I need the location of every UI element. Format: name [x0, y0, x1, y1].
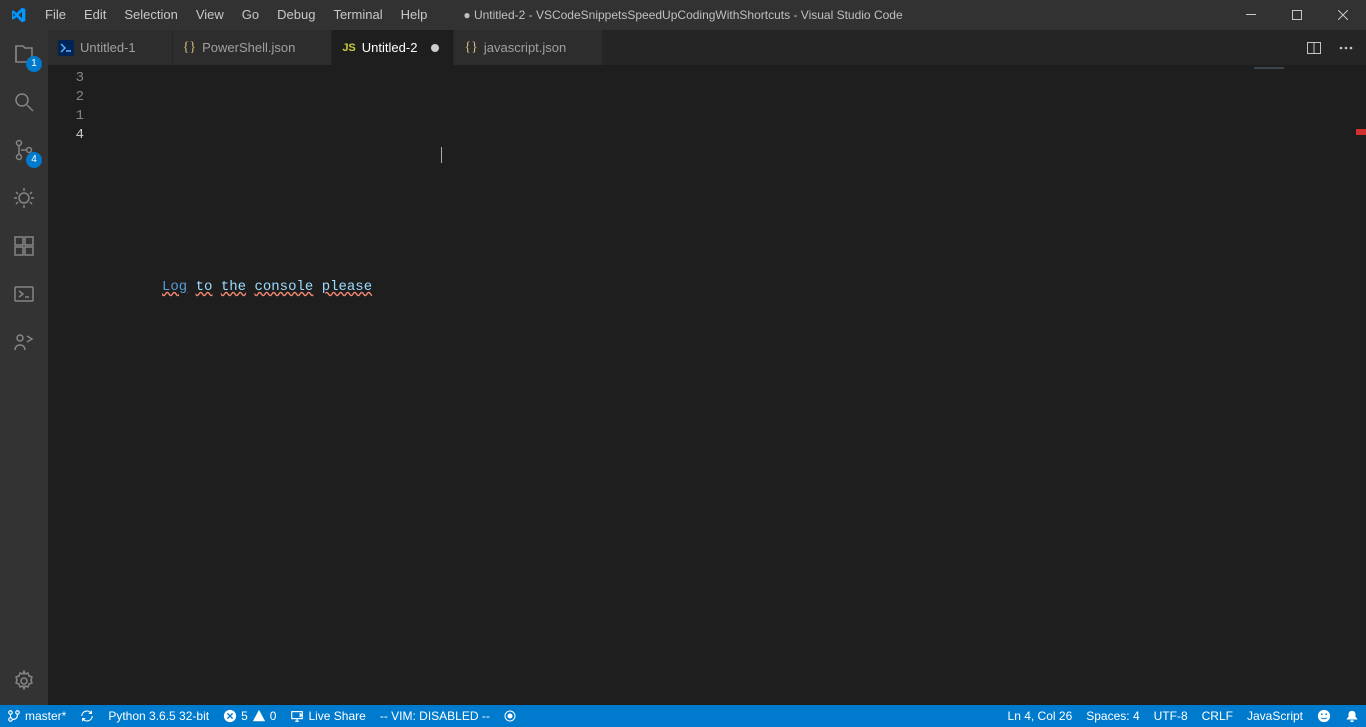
- tab-close-icon[interactable]: [305, 40, 321, 56]
- status-branch[interactable]: master*: [0, 705, 73, 727]
- code-line[interactable]: Log to the console please: [162, 278, 1366, 297]
- live-share-label: Live Share: [308, 709, 365, 723]
- menu-view[interactable]: View: [187, 0, 233, 30]
- tab-label: PowerShell.json: [202, 40, 295, 55]
- vscode-logo-icon: [8, 5, 28, 25]
- scm-badge: 4: [26, 152, 42, 168]
- minimize-button[interactable]: [1228, 0, 1274, 30]
- menu-edit[interactable]: Edit: [75, 0, 115, 30]
- status-notifications[interactable]: [1338, 705, 1366, 727]
- status-bar: master* Python 3.6.5 32-bit 5 0 Live Sha…: [0, 705, 1366, 727]
- tab-bar: Untitled-1 {} PowerShell.json JS Untitle…: [48, 30, 1366, 65]
- status-python[interactable]: Python 3.6.5 32-bit: [101, 705, 216, 727]
- status-eol[interactable]: CRLF: [1195, 705, 1240, 727]
- code-area[interactable]: Log to the console please: [104, 65, 1366, 705]
- tab-label: javascript.json: [484, 40, 566, 55]
- tab-javascript-json[interactable]: {} javascript.json: [454, 30, 603, 65]
- activity-live-share[interactable]: [0, 318, 48, 366]
- status-live-share[interactable]: Live Share: [283, 705, 372, 727]
- status-problems[interactable]: 5 0: [216, 705, 283, 727]
- activity-debug[interactable]: [0, 174, 48, 222]
- tab-label: Untitled-1: [80, 40, 136, 55]
- editor[interactable]: 3 2 1 4 Log to the console please: [48, 65, 1366, 705]
- gutter: 3 2 1 4: [48, 65, 104, 705]
- status-sync[interactable]: [73, 705, 101, 727]
- tab-label: Untitled-2: [362, 40, 418, 55]
- activity-search[interactable]: [0, 78, 48, 126]
- overview-ruler[interactable]: [1352, 65, 1366, 705]
- menu-help[interactable]: Help: [392, 0, 437, 30]
- title-bar: File Edit Selection View Go Debug Termin…: [0, 0, 1366, 30]
- error-count: 5: [241, 709, 248, 723]
- tabs-actions: [1302, 30, 1366, 65]
- explorer-badge: 1: [26, 56, 42, 72]
- close-button[interactable]: [1320, 0, 1366, 30]
- line-number: 2: [48, 88, 84, 107]
- status-vim[interactable]: -- VIM: DISABLED --: [373, 705, 497, 727]
- status-ln-col[interactable]: Ln 4, Col 26: [1001, 705, 1080, 727]
- status-language[interactable]: JavaScript: [1240, 705, 1310, 727]
- menu-file[interactable]: File: [36, 0, 75, 30]
- menu-go[interactable]: Go: [233, 0, 268, 30]
- error-marker-icon[interactable]: [1356, 129, 1366, 135]
- tab-powershell-json[interactable]: {} PowerShell.json: [173, 30, 333, 65]
- tab-untitled-1[interactable]: Untitled-1: [48, 30, 173, 65]
- status-recording[interactable]: [497, 705, 523, 727]
- tab-dirty-icon[interactable]: [427, 40, 443, 56]
- activity-source-control[interactable]: 4: [0, 126, 48, 174]
- activity-settings[interactable]: [0, 657, 48, 705]
- status-feedback[interactable]: [1310, 705, 1338, 727]
- tab-close-icon[interactable]: [576, 40, 592, 56]
- activity-powershell[interactable]: [0, 270, 48, 318]
- line-number: 3: [48, 69, 84, 88]
- more-actions-icon[interactable]: [1334, 36, 1358, 60]
- js-file-icon: JS: [342, 42, 355, 54]
- json-file-icon: {}: [183, 40, 196, 56]
- warning-count: 0: [270, 709, 277, 723]
- menu-selection[interactable]: Selection: [115, 0, 186, 30]
- status-spaces[interactable]: Spaces: 4: [1079, 705, 1146, 727]
- window-controls: [1228, 0, 1366, 30]
- tab-close-icon[interactable]: [146, 40, 162, 56]
- line-number: 4: [48, 126, 84, 145]
- powershell-file-icon: [58, 40, 74, 56]
- text-cursor-icon: [441, 147, 442, 163]
- menu-bar: File Edit Selection View Go Debug Termin…: [36, 0, 436, 30]
- menu-terminal[interactable]: Terminal: [324, 0, 391, 30]
- status-encoding[interactable]: UTF-8: [1147, 705, 1195, 727]
- maximize-button[interactable]: [1274, 0, 1320, 30]
- activity-extensions[interactable]: [0, 222, 48, 270]
- branch-name: master*: [25, 709, 66, 723]
- json-file-icon: {}: [464, 40, 477, 56]
- minimap[interactable]: [1254, 67, 1354, 77]
- line-number: 1: [48, 107, 84, 126]
- split-editor-icon[interactable]: [1302, 36, 1326, 60]
- menu-debug[interactable]: Debug: [268, 0, 324, 30]
- tab-untitled-2[interactable]: JS Untitled-2: [332, 30, 454, 65]
- activity-explorer[interactable]: 1: [0, 30, 48, 78]
- activity-bar: 1 4: [0, 30, 48, 705]
